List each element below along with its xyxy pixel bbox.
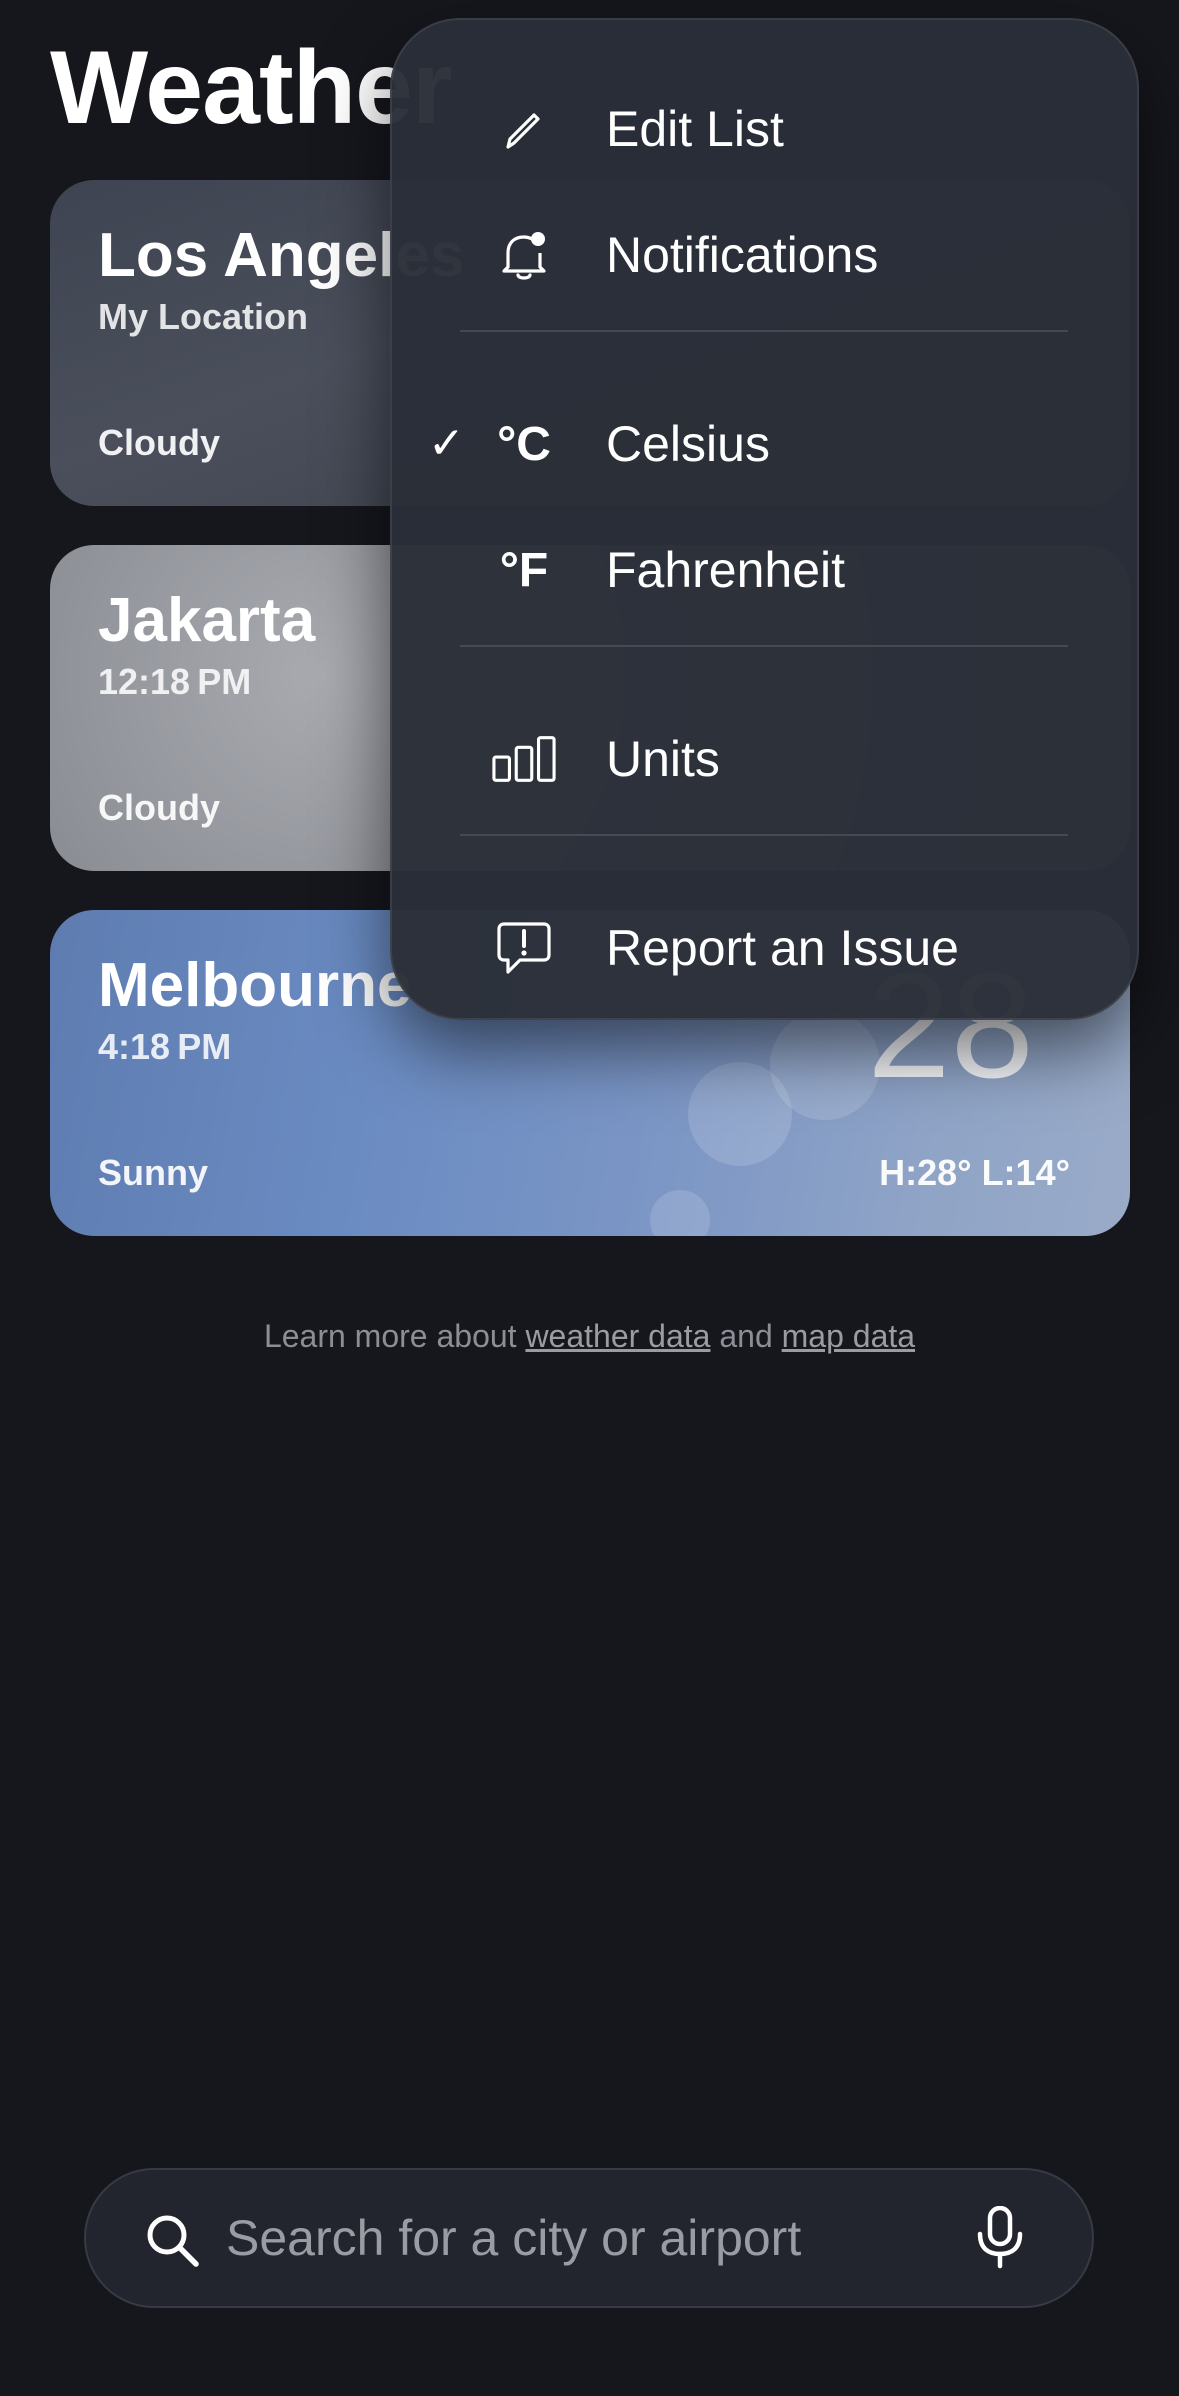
card-condition: Cloudy <box>98 422 220 463</box>
menu-item-label: Edit List <box>606 101 784 157</box>
bell-badge-icon <box>492 223 556 287</box>
menu-divider <box>460 645 1068 647</box>
checkmark-icon: ✓ <box>428 419 465 468</box>
menu-item-units[interactable]: Units <box>392 704 1137 814</box>
attribution-middle: and <box>710 1318 782 1354</box>
menu-item-celsius[interactable]: ✓ °C Celsius <box>392 389 1137 499</box>
weather-screen: Weather Los Angeles My Location Cloudy J… <box>0 0 1179 2396</box>
exclamation-bubble-icon <box>492 916 556 980</box>
menu-item-edit-list[interactable]: Edit List <box>392 74 1137 184</box>
card-condition: Cloudy <box>98 787 220 828</box>
map-data-link[interactable]: map data <box>782 1318 915 1354</box>
menu-item-label: Units <box>606 731 720 787</box>
raindrop-decoration <box>688 1062 792 1166</box>
fahrenheit-symbol: °F <box>499 543 549 597</box>
menu-item-label: Report an Issue <box>606 920 959 976</box>
menu-item-label: Fahrenheit <box>606 542 846 598</box>
pencil-icon <box>492 97 556 161</box>
search-input[interactable] <box>226 2170 926 2306</box>
search-bar[interactable] <box>84 2168 1094 2308</box>
card-subtitle: 4:18 PM <box>98 1026 232 1067</box>
attribution-prefix: Learn more about <box>263 1318 526 1354</box>
card-city: Melbourne <box>98 951 412 1020</box>
microphone-icon[interactable] <box>970 2206 1030 2270</box>
card-condition: Sunny <box>98 1152 209 1193</box>
card-city: Jakarta <box>98 586 316 655</box>
menu-item-label: Celsius <box>606 416 770 472</box>
card-subtitle: 12:18 PM <box>98 661 252 702</box>
menu-item-fahrenheit[interactable]: °F Fahrenheit <box>392 515 1137 625</box>
data-attribution: Learn more about weather data and map da… <box>0 1318 1179 1355</box>
search-icon <box>147 2215 199 2267</box>
options-menu: Edit List Notifications ✓ °C Celsius °F … <box>390 18 1139 1020</box>
weather-data-link[interactable]: weather data <box>525 1318 710 1354</box>
menu-item-report-issue[interactable]: Report an Issue <box>392 893 1137 1003</box>
menu-divider <box>460 330 1068 332</box>
menu-item-notifications[interactable]: Notifications <box>392 200 1137 310</box>
raindrop-decoration <box>650 1190 710 1236</box>
menu-divider <box>460 834 1068 836</box>
celsius-symbol: °C <box>497 417 551 471</box>
card-subtitle: My Location <box>98 296 309 337</box>
bar-chart-icon <box>492 727 556 791</box>
card-high-low: H:28° L:14° <box>879 1152 1070 1193</box>
menu-item-label: Notifications <box>606 227 879 283</box>
